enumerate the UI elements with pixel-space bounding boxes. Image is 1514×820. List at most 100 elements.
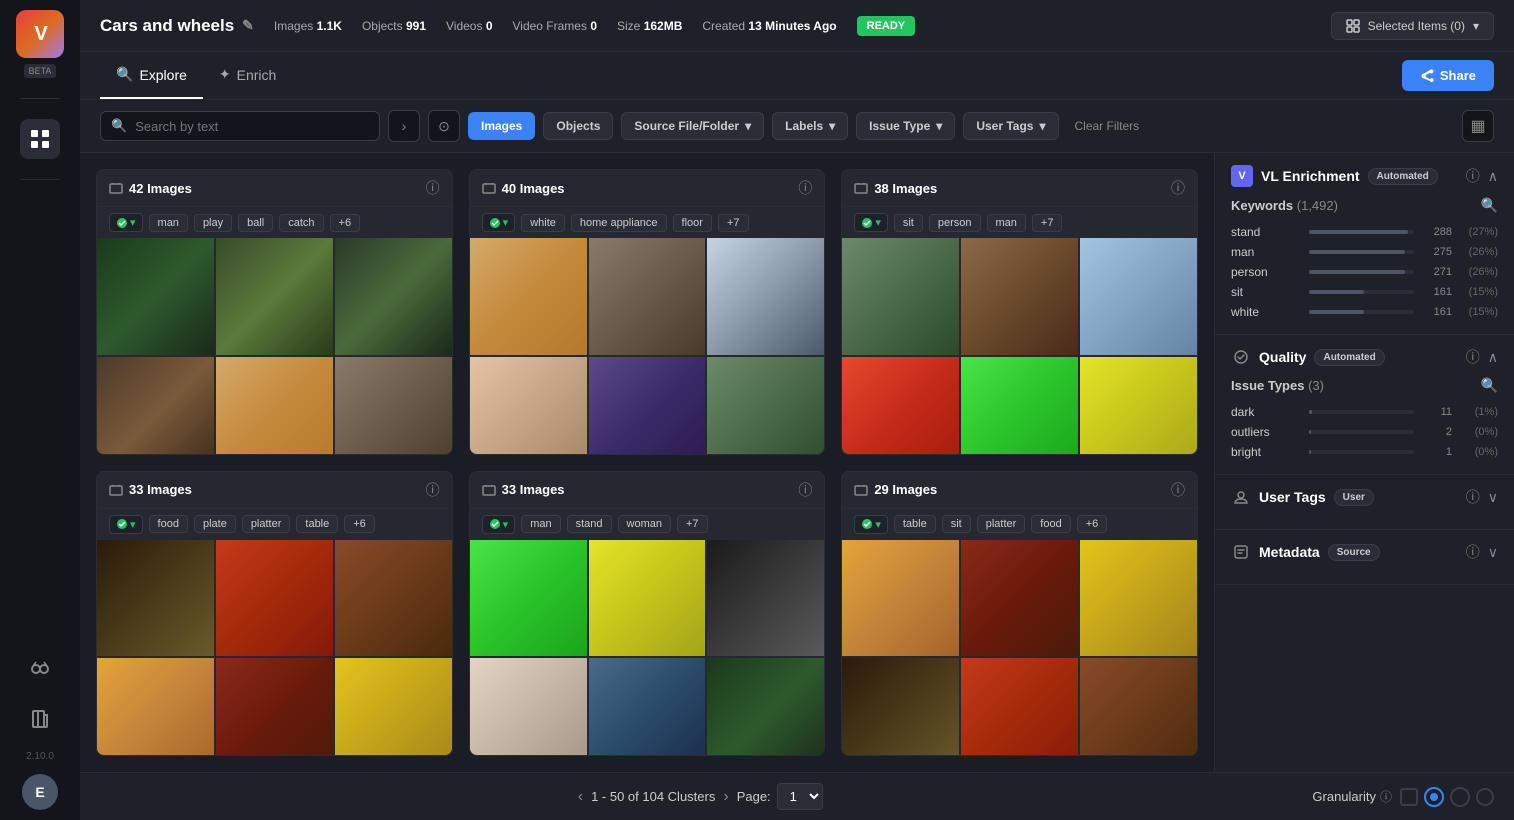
cluster-image[interactable]	[961, 658, 1078, 756]
tag-pill[interactable]: sit	[894, 214, 923, 232]
tab-explore[interactable]: 🔍 Explore	[100, 52, 203, 99]
clear-filters-button[interactable]: Clear Filters	[1067, 113, 1148, 139]
sidebar-item-grid[interactable]	[20, 119, 60, 159]
quality-collapse-icon[interactable]: ∧	[1488, 349, 1498, 366]
selected-items-button[interactable]: Selected Items (0) ▾	[1331, 12, 1494, 40]
tag-pill[interactable]: man	[987, 214, 1026, 232]
tag-pill[interactable]: table	[894, 515, 936, 533]
prev-page-button[interactable]: ‹	[578, 788, 583, 806]
cluster-check-dropdown[interactable]: ▾	[854, 515, 888, 534]
share-button[interactable]: Share	[1402, 60, 1494, 91]
chart-view-button[interactable]: ▦	[1462, 110, 1494, 142]
search-box[interactable]: 🔍	[100, 111, 380, 141]
edit-icon[interactable]: ✎	[242, 17, 254, 34]
cluster-image[interactable]	[842, 238, 959, 355]
tag-pill[interactable]: sit	[942, 515, 971, 533]
tag-pill[interactable]: floor	[673, 214, 712, 232]
cluster-image[interactable]	[707, 238, 824, 355]
cluster-image[interactable]	[1080, 238, 1197, 355]
vl-collapse-icon[interactable]: ∧	[1488, 168, 1498, 185]
cluster-image[interactable]	[961, 357, 1078, 455]
tag-pill[interactable]: +7	[677, 515, 708, 533]
filter-source-file-button[interactable]: Source File/Folder ▾	[621, 112, 764, 140]
tag-pill[interactable]: ball	[238, 214, 273, 232]
cluster-image[interactable]	[216, 540, 333, 657]
cluster-image[interactable]	[589, 540, 706, 657]
cluster-info-icon[interactable]: ⓘ	[798, 480, 812, 500]
cluster-image[interactable]	[589, 238, 706, 355]
tag-pill[interactable]: play	[194, 214, 232, 232]
cluster-image[interactable]	[97, 238, 214, 355]
filter-issue-type-button[interactable]: Issue Type ▾	[856, 112, 955, 140]
cluster-info-icon[interactable]: ⓘ	[426, 178, 440, 198]
cluster-image[interactable]	[216, 357, 333, 455]
cluster-image[interactable]	[97, 658, 214, 756]
cluster-check-dropdown[interactable]: ▾	[109, 515, 143, 534]
cluster-image[interactable]	[1080, 658, 1197, 756]
cluster-image[interactable]	[335, 658, 452, 756]
cluster-info-icon[interactable]: ⓘ	[1171, 178, 1185, 198]
gran-option-medium[interactable]	[1424, 787, 1444, 807]
tag-pill[interactable]: person	[929, 214, 981, 232]
user-tags-info-icon[interactable]: ⓘ	[1466, 487, 1480, 507]
cluster-image[interactable]	[335, 540, 452, 657]
cluster-image[interactable]	[589, 658, 706, 756]
tag-pill[interactable]: catch	[279, 214, 323, 232]
cluster-info-icon[interactable]: ⓘ	[798, 178, 812, 198]
cluster-image[interactable]	[1080, 357, 1197, 455]
granularity-info-icon[interactable]: ⓘ	[1380, 788, 1392, 805]
cluster-info-icon[interactable]: ⓘ	[426, 480, 440, 500]
filter-user-tags-button[interactable]: User Tags ▾	[963, 112, 1058, 140]
cluster-image[interactable]	[842, 357, 959, 455]
cluster-image[interactable]	[216, 238, 333, 355]
tag-pill[interactable]: man	[521, 515, 560, 533]
cluster-image[interactable]	[470, 658, 587, 756]
cluster-image[interactable]	[335, 238, 452, 355]
filter-objects-button[interactable]: Objects	[543, 112, 613, 140]
cluster-image[interactable]	[707, 540, 824, 657]
cluster-info-icon[interactable]: ⓘ	[1171, 480, 1185, 500]
cluster-image[interactable]	[97, 357, 214, 455]
search-input[interactable]	[135, 119, 369, 134]
user-tags-expand-icon[interactable]: ∨	[1488, 489, 1498, 506]
tab-enrich[interactable]: ✦ Enrich	[203, 52, 292, 99]
cluster-image[interactable]	[97, 540, 214, 657]
cluster-image[interactable]	[335, 357, 452, 455]
page-select-dropdown[interactable]: 1	[777, 783, 823, 810]
sidebar-item-binoculars[interactable]	[20, 647, 60, 687]
cluster-image[interactable]	[470, 357, 587, 455]
quality-info-icon[interactable]: ⓘ	[1466, 347, 1480, 367]
vl-info-icon[interactable]: ⓘ	[1466, 166, 1480, 186]
tag-pill[interactable]: food	[149, 515, 188, 533]
sidebar-item-book[interactable]	[20, 699, 60, 739]
cluster-image[interactable]	[961, 540, 1078, 657]
metadata-info-icon[interactable]: ⓘ	[1466, 542, 1480, 562]
tag-pill[interactable]: food	[1031, 515, 1070, 533]
tag-pill[interactable]: white	[521, 214, 565, 232]
tag-pill[interactable]: +6	[330, 214, 361, 232]
metadata-expand-icon[interactable]: ∨	[1488, 544, 1498, 561]
cluster-image[interactable]	[842, 658, 959, 756]
arrow-button[interactable]: ›	[388, 110, 420, 142]
cluster-image[interactable]	[961, 238, 1078, 355]
tag-pill[interactable]: home appliance	[571, 214, 667, 232]
cluster-check-dropdown[interactable]: ▾	[482, 515, 516, 534]
tag-pill[interactable]: +7	[718, 214, 749, 232]
next-page-button[interactable]: ›	[723, 788, 728, 806]
camera-icon-button[interactable]: ⊙	[428, 110, 460, 142]
tag-pill[interactable]: plate	[194, 515, 236, 533]
cluster-image[interactable]	[216, 658, 333, 756]
gran-option-large[interactable]	[1450, 787, 1470, 807]
tag-pill[interactable]: +6	[1077, 515, 1108, 533]
cluster-image[interactable]	[470, 238, 587, 355]
cluster-check-dropdown[interactable]: ▾	[109, 213, 143, 232]
cluster-image[interactable]	[589, 357, 706, 455]
gran-option-grid[interactable]	[1400, 788, 1418, 806]
tag-pill[interactable]: man	[149, 214, 188, 232]
cluster-image[interactable]	[707, 357, 824, 455]
tag-pill[interactable]: table	[296, 515, 338, 533]
cluster-check-dropdown[interactable]: ▾	[854, 213, 888, 232]
cluster-image[interactable]	[707, 658, 824, 756]
tag-pill[interactable]: stand	[567, 515, 612, 533]
tag-pill[interactable]: woman	[618, 515, 671, 533]
